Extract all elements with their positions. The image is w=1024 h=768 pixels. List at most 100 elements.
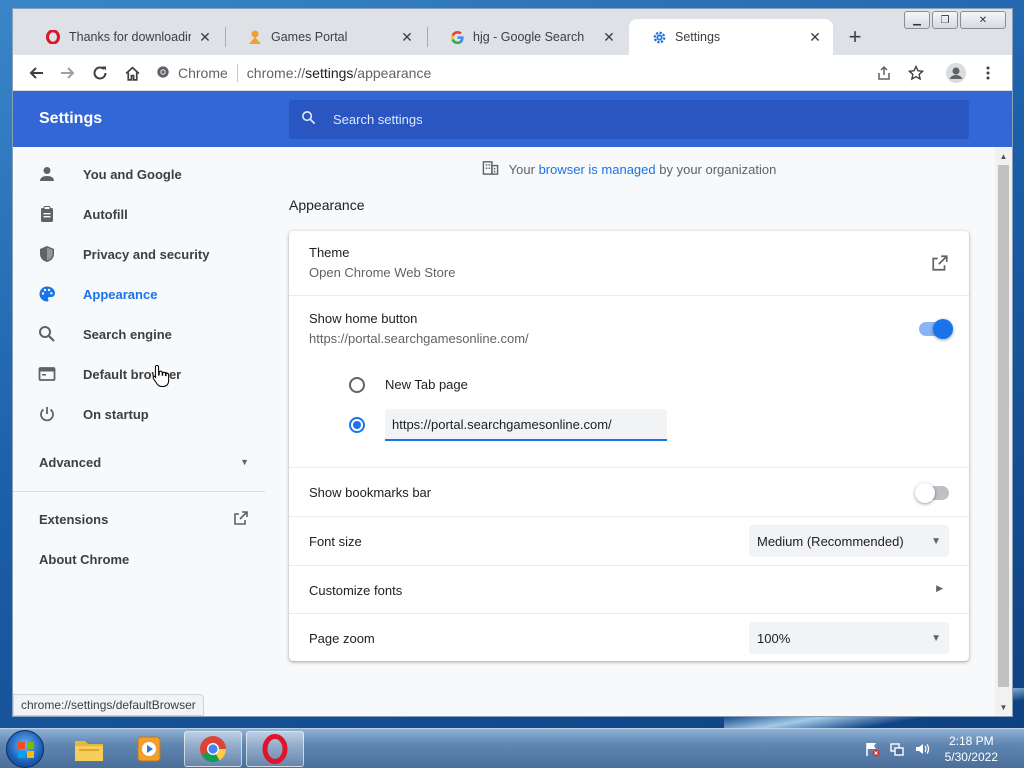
sidebar-item-label: About Chrome bbox=[39, 551, 130, 567]
new-tab-button[interactable]: + bbox=[841, 23, 869, 51]
sidebar-item-autofill[interactable]: Autofill bbox=[13, 196, 275, 232]
close-tab-icon[interactable]: ✕ bbox=[399, 29, 415, 46]
search-icon bbox=[37, 325, 57, 343]
forward-arrow-icon bbox=[61, 67, 75, 79]
action-center-flag-icon[interactable] bbox=[864, 741, 880, 757]
url-path: /appearance bbox=[353, 65, 432, 81]
page-zoom-select[interactable]: 100% ▼ bbox=[749, 622, 949, 654]
share-icon bbox=[878, 65, 890, 80]
tab-title: Thanks for downloading C bbox=[69, 30, 191, 44]
scroll-thumb[interactable] bbox=[998, 165, 1009, 687]
omnibox[interactable]: Chrome chrome://settings/appearance bbox=[156, 59, 936, 87]
close-tab-icon[interactable]: ✕ bbox=[601, 29, 617, 46]
browser-window-icon bbox=[37, 365, 57, 383]
sidebar-item-label: Autofill bbox=[83, 206, 128, 222]
clock-time: 2:18 PM bbox=[948, 734, 994, 748]
open-external-icon[interactable] bbox=[931, 254, 949, 275]
home-button[interactable] bbox=[119, 60, 145, 86]
avatar-icon bbox=[946, 63, 966, 83]
managed-prefix: Your bbox=[508, 161, 535, 177]
new-tab-page-label: New Tab page bbox=[385, 377, 468, 392]
home-button-row: Show home button https://portal.searchga… bbox=[289, 295, 969, 467]
start-button[interactable] bbox=[6, 730, 44, 768]
taskbar-clock[interactable]: 2:18 PM 5/30/2022 bbox=[945, 733, 998, 765]
page-scrollbar[interactable]: ▲ ▼ bbox=[995, 147, 1012, 716]
tab-google-search[interactable]: hjg - Google Search ✕ bbox=[427, 19, 627, 55]
home-button-toggle[interactable] bbox=[919, 319, 953, 339]
theme-row[interactable]: Theme Open Chrome Web Store bbox=[289, 231, 969, 295]
customize-fonts-row[interactable]: Customize fonts ▶ bbox=[289, 565, 969, 613]
forward-button[interactable] bbox=[55, 60, 81, 86]
scroll-down-arrow-icon[interactable]: ▼ bbox=[995, 700, 1012, 714]
section-title-appearance: Appearance bbox=[289, 197, 365, 213]
bookmarks-bar-toggle[interactable] bbox=[915, 483, 949, 503]
volume-icon[interactable] bbox=[914, 741, 930, 757]
url-scheme: chrome:// bbox=[246, 65, 306, 81]
taskbar-explorer[interactable] bbox=[60, 731, 118, 767]
omnibox-url[interactable]: chrome://settings/appearance bbox=[247, 65, 431, 81]
back-button[interactable] bbox=[23, 60, 49, 86]
caret-down-icon: ▼ bbox=[240, 457, 249, 467]
media-player-icon bbox=[137, 736, 161, 762]
sidebar-item-privacy-security[interactable]: Privacy and security bbox=[13, 236, 275, 272]
person-icon bbox=[37, 165, 57, 183]
settings-search[interactable] bbox=[289, 100, 969, 139]
bookmark-star-button[interactable] bbox=[903, 60, 929, 86]
system-tray: 2:18 PM 5/30/2022 bbox=[864, 733, 1014, 765]
share-button[interactable] bbox=[871, 60, 897, 86]
radio-custom-url[interactable] bbox=[349, 417, 365, 433]
sidebar-advanced-label: Advanced bbox=[39, 454, 102, 470]
sidebar-item-appearance[interactable]: Appearance bbox=[13, 276, 275, 312]
tab-thanks-downloading[interactable]: Thanks for downloading C ✕ bbox=[23, 19, 223, 55]
theme-sublabel: Open Chrome Web Store bbox=[309, 265, 456, 280]
sidebar-item-extensions[interactable]: Extensions bbox=[39, 507, 249, 531]
taskbar-media-player[interactable] bbox=[120, 731, 178, 767]
maximize-button[interactable]: ❐ bbox=[932, 11, 958, 29]
palette-icon bbox=[37, 285, 57, 303]
settings-page: Settings You and Google Autofill bbox=[13, 91, 1012, 716]
minimize-button[interactable]: ▁ bbox=[904, 11, 930, 29]
sidebar-advanced-toggle[interactable]: Advanced ▼ bbox=[39, 450, 249, 474]
network-icon[interactable] bbox=[889, 741, 905, 757]
sidebar-item-you-and-google[interactable]: You and Google bbox=[13, 156, 275, 192]
sidebar-item-label: You and Google bbox=[83, 166, 182, 182]
close-window-button[interactable]: ✕ bbox=[960, 11, 1006, 29]
font-size-select[interactable]: Medium (Recommended) ▼ bbox=[749, 525, 949, 557]
home-url-input[interactable] bbox=[385, 409, 667, 441]
managed-notice-text: Your browser is managed by your organiza… bbox=[509, 162, 777, 177]
bookmarks-bar-row[interactable]: Show bookmarks bar bbox=[289, 467, 969, 516]
reload-button[interactable] bbox=[87, 60, 113, 86]
clipboard-icon bbox=[37, 205, 57, 223]
menu-button[interactable] bbox=[975, 60, 1001, 86]
tab-settings[interactable]: Settings ✕ bbox=[629, 19, 833, 55]
caret-down-icon: ▼ bbox=[931, 535, 941, 547]
close-tab-icon[interactable]: ✕ bbox=[807, 29, 823, 46]
url-host: settings bbox=[305, 65, 354, 81]
home-button-label: Show home button bbox=[309, 311, 418, 326]
browser-toolbar: Chrome chrome://settings/appearance bbox=[13, 55, 1012, 91]
shield-icon bbox=[37, 245, 57, 263]
close-tab-icon[interactable]: ✕ bbox=[197, 29, 213, 46]
home-button-sublabel: https://portal.searchgamesonline.com/ bbox=[309, 331, 529, 346]
toggle-knob bbox=[915, 483, 935, 503]
scroll-up-arrow-icon[interactable]: ▲ bbox=[995, 149, 1012, 163]
radio-new-tab-page[interactable] bbox=[349, 377, 365, 393]
toggle-knob bbox=[933, 319, 953, 339]
omnibox-origin-label: Chrome bbox=[178, 65, 228, 81]
sidebar-item-on-startup[interactable]: On startup bbox=[13, 396, 275, 432]
sidebar-item-search-engine[interactable]: Search engine bbox=[13, 316, 275, 352]
taskbar-chrome[interactable] bbox=[184, 731, 242, 767]
sidebar-item-about-chrome[interactable]: About Chrome bbox=[39, 547, 249, 571]
managed-link[interactable]: browser is managed bbox=[539, 162, 656, 177]
sidebar-item-default-browser[interactable]: Default browser bbox=[13, 356, 275, 392]
profile-button[interactable] bbox=[943, 60, 969, 86]
reload-icon bbox=[93, 66, 107, 80]
tab-games-portal[interactable]: Games Portal ✕ bbox=[225, 19, 425, 55]
hand-cursor-icon bbox=[152, 364, 170, 387]
windows-taskbar: 2:18 PM 5/30/2022 bbox=[0, 728, 1024, 768]
managed-suffix: by your organization bbox=[659, 161, 777, 177]
search-settings-input[interactable] bbox=[333, 112, 933, 127]
taskbar-opera[interactable] bbox=[246, 731, 304, 767]
theme-label: Theme bbox=[309, 245, 350, 260]
back-arrow-icon bbox=[29, 67, 43, 79]
